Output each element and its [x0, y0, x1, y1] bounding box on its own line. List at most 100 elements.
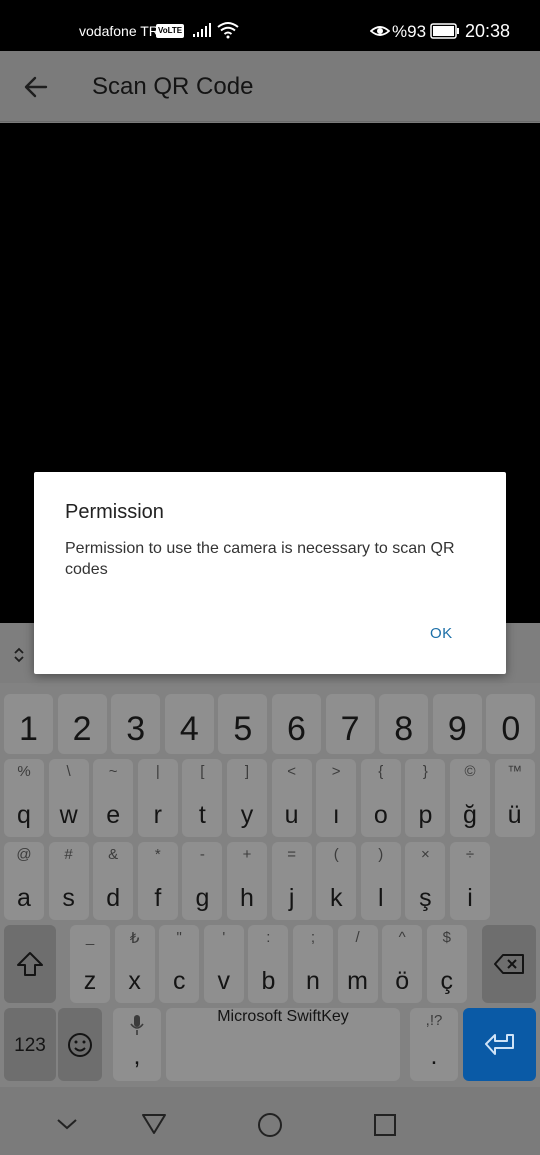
- key-hint: ": [176, 929, 182, 946]
- key-5[interactable]: 5: [218, 694, 268, 754]
- home-circle-icon[interactable]: [257, 1112, 283, 1138]
- key-label: r: [153, 801, 162, 829]
- key-label: l: [378, 884, 384, 912]
- key-t[interactable]: [t: [182, 759, 223, 837]
- key-7[interactable]: 7: [325, 694, 375, 754]
- key-u[interactable]: < u: [271, 759, 312, 837]
- key-label: g: [195, 884, 210, 912]
- key-label: t: [198, 801, 206, 829]
- emoji-key[interactable]: [58, 1008, 102, 1081]
- key-n[interactable]: ; n: [293, 925, 333, 1003]
- key-q[interactable]: % q: [4, 759, 44, 837]
- microphone-icon: [130, 1015, 144, 1035]
- enter-key[interactable]: [463, 1008, 536, 1081]
- key-label: k: [329, 884, 343, 912]
- key-2[interactable]: 2: [57, 694, 107, 754]
- key-l[interactable]: ) l: [360, 842, 401, 920]
- dialog-message: Permission to use the camera is necessar…: [65, 540, 455, 578]
- key-o[interactable]: {o: [360, 759, 401, 837]
- emoji-icon: [68, 1032, 92, 1057]
- key-hint: _: [85, 929, 95, 946]
- key-e[interactable]: ~ e: [93, 759, 134, 837]
- key-4[interactable]: 4: [164, 694, 214, 754]
- key-label: d: [106, 884, 121, 912]
- status-bar: vodafone TR VoLTE %93 20:38: [0, 0, 540, 51]
- key-hint: %: [17, 763, 31, 780]
- key-label: ö: [395, 967, 410, 995]
- key-d[interactable]: & d: [93, 842, 134, 920]
- key-hint: }: [422, 763, 428, 780]
- comma-key[interactable]: ,: [113, 1008, 161, 1081]
- key-label: ı: [332, 801, 340, 829]
- key-ç[interactable]: $ ç: [426, 925, 467, 1003]
- clock: 20:38: [465, 21, 511, 41]
- key-p[interactable]: } p: [405, 759, 446, 837]
- key-hint: ©: [464, 763, 476, 780]
- key-hint: ~: [108, 763, 118, 780]
- recents-square-icon[interactable]: [373, 1113, 397, 1137]
- key-hint: $: [442, 929, 451, 946]
- key-label: 2: [72, 710, 92, 748]
- key-9[interactable]: 9: [432, 694, 482, 754]
- key-h[interactable]: + h: [227, 842, 267, 920]
- key-ğ[interactable]: © ğ: [450, 759, 490, 837]
- back-arrow-icon[interactable]: [22, 73, 50, 101]
- key-hint: *: [154, 846, 161, 863]
- backspace-key[interactable]: [482, 925, 536, 1003]
- key-label: w: [59, 801, 78, 829]
- key-0[interactable]: 0: [486, 694, 536, 754]
- key-3[interactable]: 3: [111, 694, 161, 754]
- key-ş[interactable]: × ş: [405, 842, 446, 920]
- ok-button[interactable]: OK: [430, 625, 453, 642]
- key-hint: :: [266, 929, 271, 946]
- key-label: m: [347, 967, 368, 995]
- key-a[interactable]: @ a: [4, 842, 44, 920]
- key-label: 9: [447, 710, 467, 748]
- space-key[interactable]: Microsoft SwiftKey: [166, 1008, 400, 1081]
- numeric-toggle-key[interactable]: 123: [4, 1008, 56, 1081]
- key-c[interactable]: " c: [159, 925, 200, 1003]
- key-ö[interactable]: ^ ö: [382, 925, 423, 1003]
- key-y[interactable]: ] y: [227, 759, 267, 837]
- key-label: ç: [440, 967, 454, 995]
- key-hint: +: [242, 846, 252, 863]
- shift-key[interactable]: [4, 925, 56, 1003]
- key-label: ğ: [463, 801, 477, 829]
- key-j[interactable]: = j: [271, 842, 312, 920]
- key-b[interactable]: :b: [248, 925, 289, 1003]
- expand-toolbar-icon[interactable]: [12, 645, 26, 665]
- key-x[interactable]: ₺ x: [114, 925, 155, 1003]
- key-m[interactable]: / m: [337, 925, 378, 1003]
- key-hint: ×: [421, 846, 430, 863]
- key-label: v: [217, 967, 231, 995]
- key-hint: <: [287, 763, 296, 780]
- key-k[interactable]: (k: [316, 842, 357, 920]
- key-r[interactable]: | r: [137, 759, 178, 837]
- key-s[interactable]: # s: [48, 842, 89, 920]
- shift-icon: [17, 952, 43, 976]
- key-8[interactable]: 8: [379, 694, 429, 754]
- key-label: 5: [233, 710, 253, 748]
- key-label: 1: [19, 710, 38, 748]
- key-6[interactable]: 6: [272, 694, 321, 754]
- key-label: n: [306, 967, 320, 995]
- enter-icon: [484, 1033, 514, 1055]
- key-ü[interactable]: ™ ü: [494, 759, 535, 837]
- period-key[interactable]: ,!?.: [410, 1008, 458, 1081]
- key-f[interactable]: * f: [137, 842, 178, 920]
- key-v[interactable]: ' v: [203, 925, 244, 1003]
- key-g[interactable]: -g: [182, 842, 223, 920]
- back-triangle-icon[interactable]: [141, 1112, 167, 1136]
- key-1[interactable]: 1: [4, 694, 53, 754]
- key-label: c: [172, 967, 186, 995]
- key-label: e: [106, 801, 121, 829]
- key-i[interactable]: ÷ i: [450, 842, 490, 920]
- hide-keyboard-icon[interactable]: [56, 1117, 78, 1131]
- key-ı[interactable]: > ı: [316, 759, 357, 837]
- key-label: ş: [419, 884, 432, 912]
- battery-percent: %93: [392, 22, 427, 41]
- key-z[interactable]: _ z: [70, 925, 110, 1003]
- key-w[interactable]: \ w: [48, 759, 89, 837]
- key-label: o: [373, 801, 388, 829]
- key-hint: >: [331, 763, 341, 780]
